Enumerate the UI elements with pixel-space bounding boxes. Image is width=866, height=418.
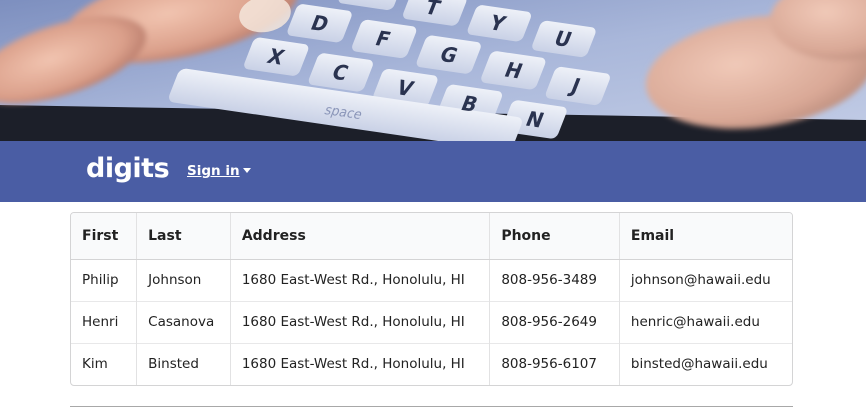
cell-address: 1680 East-West Rd., Honolulu, HI [229, 300, 490, 343]
footer-divider [70, 406, 793, 407]
column-header-last: Last [136, 213, 231, 260]
cell-first: Philip [82, 272, 119, 288]
table-row: Kim Binsted 1680 East-West Rd., Honolulu… [71, 342, 792, 385]
cell-first: Kim [71, 342, 137, 385]
cell-email: johnson@hawaii.edu [618, 259, 792, 301]
cell-phone: 808-956-6107 [489, 342, 620, 385]
sign-in-dropdown[interactable]: Sign in [187, 163, 251, 179]
cell-first: Henri [71, 300, 137, 343]
cell-last: Johnson [136, 259, 231, 301]
cell-phone: 808-956-3489 [489, 259, 620, 301]
table-row: Philip Johnson 1680 East-West Rd., Honol… [71, 259, 792, 301]
cell-last: Casanova [136, 300, 231, 343]
top-navbar: digits Sign in [0, 141, 866, 202]
column-header-first: First [71, 213, 137, 260]
cell-address: 1680 East-West Rd., Honolulu, HI [229, 342, 490, 385]
column-header-email: Email [618, 213, 792, 260]
cell-address: 1680 East-West Rd., Honolulu, HI [229, 259, 490, 301]
cell-last: Binsted [136, 342, 231, 385]
keyboard-photo: R T Y U D F G H J X C V B N space [0, 0, 866, 141]
table-header-row: First Last Address Phone Email [71, 213, 792, 260]
column-header-address: Address [229, 213, 490, 260]
column-header-phone: Phone [489, 213, 620, 260]
caret-down-icon[interactable] [242, 168, 251, 173]
brand-logo[interactable]: digits [86, 153, 170, 184]
cell-email: binsted@hawaii.edu [618, 342, 792, 385]
sign-in-label[interactable]: Sign in [187, 163, 240, 179]
table-row: Henri Casanova 1680 East-West Rd., Honol… [71, 300, 792, 343]
cell-phone: 808-956-2649 [489, 300, 620, 343]
contacts-table: First Last Address Phone Email Philip Jo… [70, 212, 793, 386]
cell-email: henric@hawaii.edu [618, 300, 792, 343]
hero-banner-image: R T Y U D F G H J X C V B N space [0, 0, 866, 141]
